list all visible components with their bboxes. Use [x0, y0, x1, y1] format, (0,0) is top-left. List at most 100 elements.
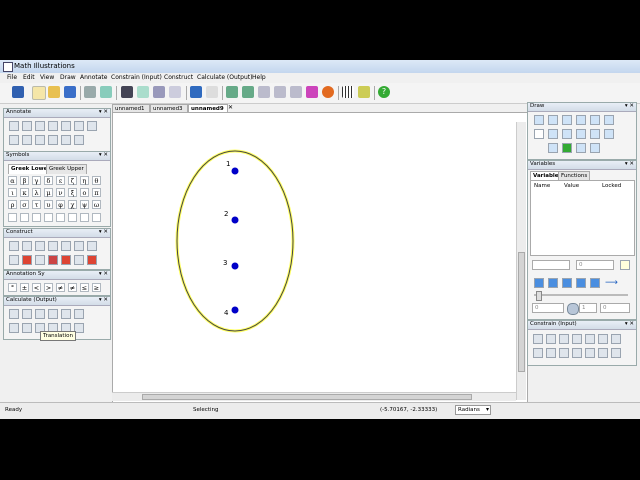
play-icon[interactable] [548, 278, 558, 288]
annotate-tool-icon[interactable] [9, 135, 19, 145]
greek-symbol-button[interactable]: θ [92, 176, 101, 185]
annotation-symbol-button[interactable]: > [44, 283, 53, 292]
panel-pin-close[interactable]: ▾ ✕ [99, 297, 108, 303]
annotate-tool-icon[interactable] [9, 121, 19, 131]
horizontal-scrollbar[interactable] [112, 392, 516, 401]
zoom-in-icon[interactable] [226, 86, 238, 98]
greek-symbol-button[interactable]: ζ [68, 176, 77, 185]
menu-construct[interactable]: Construct [164, 74, 193, 81]
symbol-tool-button[interactable] [8, 213, 17, 222]
construct-tool-icon[interactable] [22, 255, 32, 265]
symbol-tool-button[interactable] [56, 213, 65, 222]
draw-tool-icon[interactable] [576, 143, 586, 153]
menu-view[interactable]: View [40, 74, 54, 81]
zoom-out-icon[interactable] [242, 86, 254, 98]
draw-tool-icon[interactable] [534, 115, 544, 125]
constrain-tool-icon[interactable] [598, 348, 608, 358]
symbol-tool-button[interactable] [80, 213, 89, 222]
annotate-tool-icon[interactable] [35, 121, 45, 131]
print-preview-icon[interactable] [100, 86, 112, 98]
color-icon[interactable] [306, 86, 318, 98]
greek-symbol-button[interactable]: χ [68, 200, 77, 209]
draw-tool-icon[interactable] [548, 143, 558, 153]
greek-symbol-button[interactable]: ι [8, 188, 17, 197]
open-icon[interactable] [48, 86, 60, 98]
calculate-tool-icon[interactable] [22, 323, 32, 333]
construct-tool-icon[interactable] [22, 241, 32, 251]
zoom-select-icon[interactable] [290, 86, 302, 98]
variable-name-field[interactable] [532, 260, 570, 270]
greek-symbol-button[interactable]: γ [32, 176, 41, 185]
symbol-tool-button[interactable] [44, 213, 53, 222]
greek-symbol-button[interactable]: π [92, 188, 101, 197]
constrain-tool-icon[interactable] [572, 348, 582, 358]
select-icon[interactable] [169, 86, 181, 98]
grid-icon[interactable] [342, 86, 354, 98]
annotate-tool-icon[interactable] [87, 121, 97, 131]
annotation-symbol-button[interactable]: < [32, 283, 41, 292]
construct-tool-icon[interactable] [9, 255, 19, 265]
construct-tool-icon[interactable] [61, 255, 71, 265]
scroll-thumb[interactable] [518, 252, 525, 372]
annotation-symbol-button[interactable]: ° [8, 283, 17, 292]
construct-tool-icon[interactable] [61, 241, 71, 251]
draw-tool-icon[interactable] [576, 129, 586, 139]
panel-pin-close[interactable]: ▾ ✕ [99, 271, 108, 277]
draw-tool-icon[interactable] [562, 115, 572, 125]
panel-pin-close[interactable]: ▾ ✕ [99, 109, 108, 115]
greek-symbol-button[interactable]: β [20, 176, 29, 185]
greek-symbol-button[interactable]: κ [20, 188, 29, 197]
panel-pin-close[interactable]: ▾ ✕ [625, 103, 634, 109]
point[interactable] [231, 306, 239, 314]
annotate-tool-icon[interactable] [61, 121, 71, 131]
calculate-tool-icon[interactable] [48, 309, 58, 319]
calculate-tool-icon[interactable] [61, 309, 71, 319]
greek-symbol-button[interactable]: ω [92, 200, 101, 209]
greek-symbol-button[interactable]: μ [44, 188, 53, 197]
greek-symbol-button[interactable]: ρ [8, 200, 17, 209]
draw-tool-icon[interactable] [604, 129, 614, 139]
construct-tool-icon[interactable] [35, 255, 45, 265]
constrain-tool-icon[interactable] [559, 348, 569, 358]
greek-symbol-button[interactable]: ο [80, 188, 89, 197]
constrain-tool-icon[interactable] [533, 348, 543, 358]
annotation-symbol-button[interactable]: ≠ [56, 283, 65, 292]
new-icon[interactable] [32, 86, 46, 100]
paste-icon[interactable] [153, 86, 165, 98]
pause-icon[interactable] [562, 278, 572, 288]
drawing-canvas[interactable]: 1 2 3 4 [112, 112, 528, 403]
symbol-tool-button[interactable] [68, 213, 77, 222]
constrain-tool-icon[interactable] [585, 334, 595, 344]
point[interactable] [231, 262, 239, 270]
menu-help[interactable]: Help [252, 74, 266, 81]
constrain-tool-icon[interactable] [598, 334, 608, 344]
tab-greek-upper[interactable]: Greek Upper [46, 164, 87, 174]
slider-min-field[interactable]: 0 [532, 303, 564, 313]
draw-tool-icon[interactable] [590, 143, 600, 153]
greek-symbol-button[interactable]: υ [44, 200, 53, 209]
greek-symbol-button[interactable]: λ [32, 188, 41, 197]
constrain-tool-icon[interactable] [559, 334, 569, 344]
annotate-tool-icon[interactable] [22, 121, 32, 131]
menu-annotate[interactable]: Annotate [80, 74, 107, 81]
greek-symbol-button[interactable]: ξ [68, 188, 77, 197]
rewind-icon[interactable] [534, 278, 544, 288]
draw-tool-icon[interactable] [562, 143, 572, 153]
draw-tool-icon[interactable] [576, 115, 586, 125]
undo-icon[interactable] [190, 86, 202, 98]
scroll-thumb[interactable] [142, 394, 472, 400]
panel-pin-close[interactable]: ▾ ✕ [99, 152, 108, 158]
menu-calculate[interactable]: Calculate (Output) [197, 74, 252, 81]
redo-icon[interactable] [206, 86, 218, 98]
stop-icon[interactable] [576, 278, 586, 288]
greek-symbol-button[interactable]: η [80, 176, 89, 185]
animation-slider[interactable] [534, 294, 628, 296]
cut-icon[interactable] [121, 86, 133, 98]
vertical-scrollbar[interactable] [516, 122, 526, 400]
annotation-symbol-button[interactable]: ≤ [80, 283, 89, 292]
zoom-fit-icon[interactable] [258, 86, 270, 98]
symbol-tool-button[interactable] [32, 213, 41, 222]
construct-tool-icon[interactable] [87, 255, 97, 265]
save-icon[interactable] [64, 86, 76, 98]
menu-draw[interactable]: Draw [60, 74, 76, 81]
